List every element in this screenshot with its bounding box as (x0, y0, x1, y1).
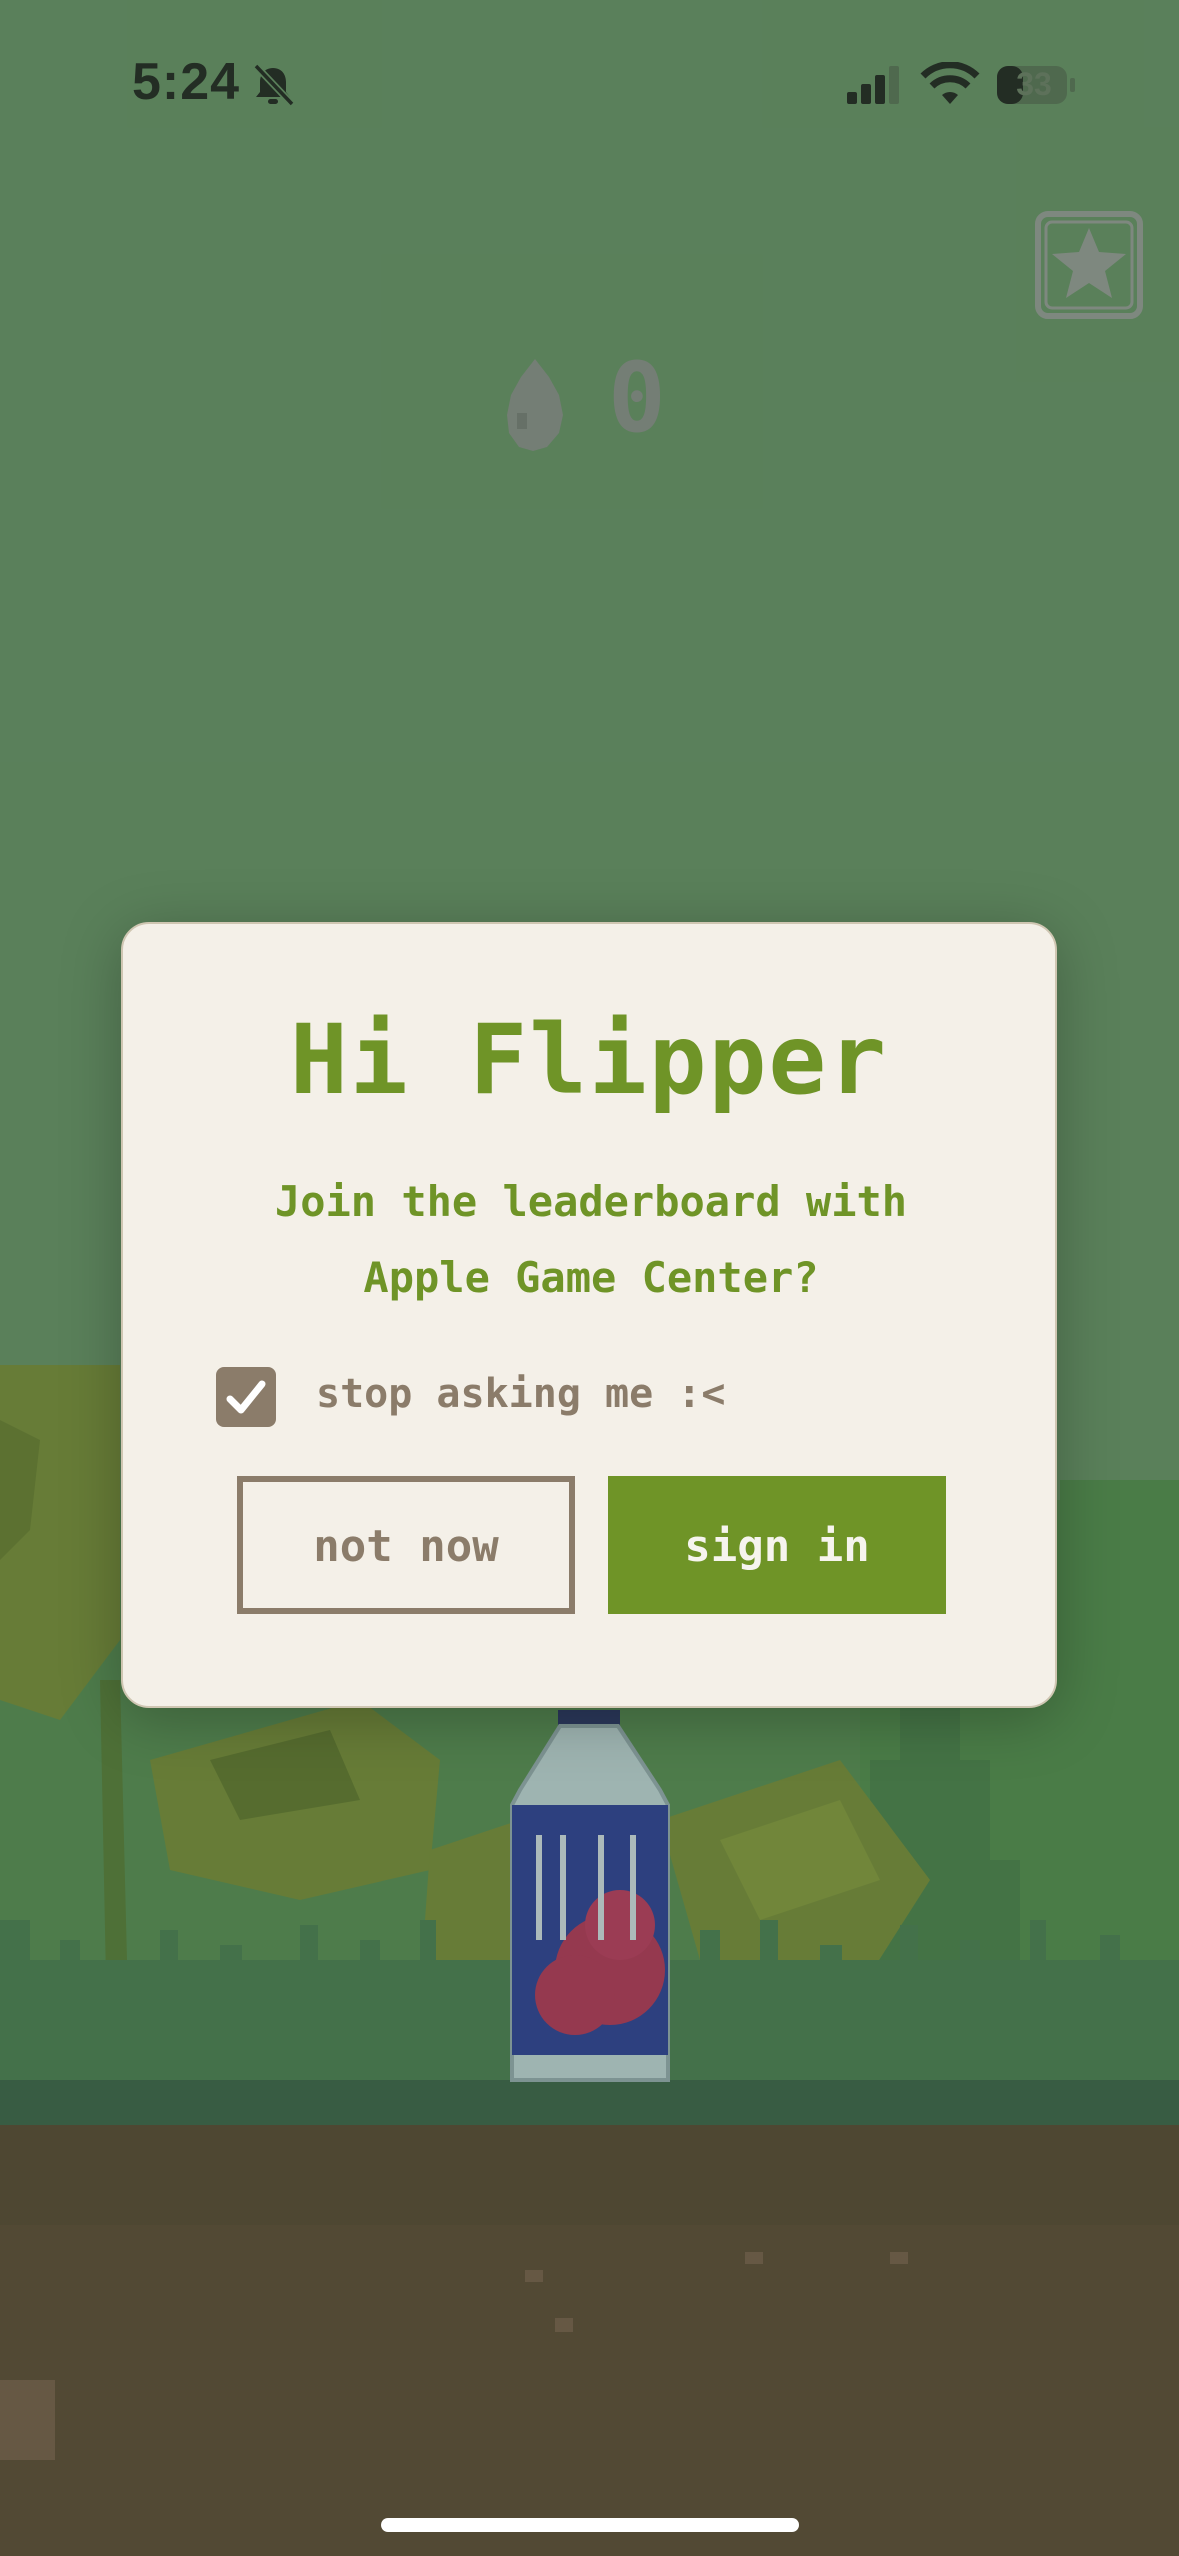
status-bar: 5:24 33 (0, 0, 1179, 170)
soil (0, 2225, 1179, 2556)
dialog-title: Hi Flipper (290, 1004, 888, 1116)
checkmark-icon (226, 1380, 266, 1414)
not-now-button[interactable]: not now (237, 1476, 575, 1614)
game-center-dialog: Hi Flipper Join the leaderboard with App… (121, 922, 1057, 1708)
soil-top (0, 2125, 1179, 2225)
dialog-message: Join the leaderboard with Apple Game Cen… (183, 1164, 999, 1316)
score-value: 0 (608, 342, 666, 454)
battery-level: 33 (1016, 66, 1052, 102)
ground-edge (0, 2080, 1179, 2125)
star-leaderboard-icon[interactable] (1034, 210, 1144, 320)
stop-asking-label: stop asking me :< (316, 1371, 726, 1417)
status-time: 5:24 (132, 53, 241, 111)
dialog-message-line2: Apple Game Center? (363, 1253, 819, 1302)
cellular-signal-icon (847, 66, 899, 104)
dialog-message-line1: Join the leaderboard with (274, 1177, 908, 1226)
stop-asking-checkbox[interactable] (216, 1367, 276, 1427)
sign-in-button[interactable]: sign in (608, 1476, 946, 1614)
bell-slash-icon (253, 63, 295, 107)
wifi-icon (920, 62, 980, 104)
home-indicator[interactable] (381, 2518, 799, 2532)
water-bottle (510, 1710, 670, 2082)
